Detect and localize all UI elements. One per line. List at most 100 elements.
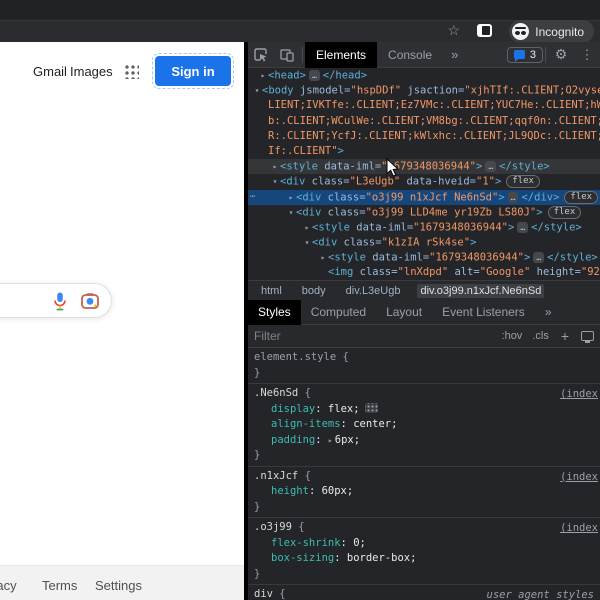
breadcrumb-item[interactable]: div.L3eUgb xyxy=(343,284,404,298)
styles-tab-styles[interactable]: Styles xyxy=(248,299,301,325)
css-property-name[interactable]: flex-shrink xyxy=(271,537,341,549)
gmail-link[interactable]: Gmail xyxy=(33,64,67,79)
bookmark-star-icon[interactable]: ☆ xyxy=(447,23,460,37)
settings-gear-icon[interactable]: ⚙ xyxy=(548,42,574,68)
stylesheet-source-link[interactable]: (index xyxy=(560,387,598,403)
privacy-link[interactable]: Privacy xyxy=(0,578,17,593)
css-declaration[interactable]: height: 60px; xyxy=(254,484,594,500)
breadcrumb-item[interactable]: html xyxy=(258,284,285,298)
css-declaration[interactable]: display: flex; xyxy=(254,402,594,418)
flex-badge[interactable]: flex xyxy=(506,175,540,189)
expand-arrow-icon[interactable]: ▸ xyxy=(258,68,268,83)
flex-badge[interactable]: flex xyxy=(547,205,582,219)
expand-arrow-icon[interactable]: ▾ xyxy=(270,174,280,189)
flex-editor-icon[interactable] xyxy=(364,402,378,413)
breadcrumb-item[interactable]: body xyxy=(299,284,329,298)
dom-tree-row[interactable]: b:.CLIENT;WCulWe:.CLIENT;VM8bg:.CLIENT;q… xyxy=(248,114,600,129)
css-property-value[interactable]: center xyxy=(353,418,391,430)
breadcrumb-item[interactable]: div.o3j99.n1xJcf.Ne6nSd xyxy=(417,283,545,298)
dom-token: data-hveid= xyxy=(400,175,476,188)
incognito-icon xyxy=(512,23,530,40)
apps-grid-icon[interactable] xyxy=(123,63,139,79)
css-declaration[interactable]: box-sizing: border-box; xyxy=(254,551,594,567)
css-declaration[interactable]: padding: ▸ 6px; xyxy=(254,433,594,449)
dom-tree-row[interactable]: ▾ <div class="L3eUgb" data-hveid="1"> flex xyxy=(248,174,600,189)
collapsed-content-icon[interactable]: … xyxy=(485,161,497,173)
css-property-name[interactable]: height xyxy=(271,485,309,497)
dom-tree-row[interactable]: ▸ <style data-iml="1679348036944">… </styl… xyxy=(248,159,600,175)
collapsed-content-icon[interactable]: … xyxy=(308,70,320,82)
camera-lens-icon[interactable] xyxy=(81,293,99,309)
dom-token: If:.CLIENT" xyxy=(268,144,338,157)
toggle-classes-button[interactable]: .cls xyxy=(532,330,549,342)
microphone-icon[interactable] xyxy=(53,292,67,311)
stylesheet-source-link[interactable]: (index xyxy=(560,521,598,537)
styles-tab-layout[interactable]: Layout xyxy=(376,300,432,325)
rule-selector[interactable]: .n1xJcf xyxy=(254,470,298,482)
expand-arrow-icon[interactable]: ▸ xyxy=(302,220,312,235)
dom-tree-row[interactable]: ▾ <div class="k1zIA rSk4se"> xyxy=(248,235,600,250)
terms-link[interactable]: Terms xyxy=(42,578,77,593)
css-property-name[interactable]: display xyxy=(271,403,315,415)
dom-tree-row[interactable]: ▾ <div class="o3j99 LLD4me yr19Zb LS80J">… xyxy=(248,205,600,220)
collapsed-content-icon[interactable]: … xyxy=(507,191,519,203)
styles-tab-event-listeners[interactable]: Event Listeners xyxy=(432,300,535,325)
expand-arrow-icon[interactable]: ▾ xyxy=(302,235,312,250)
side-panel-icon[interactable] xyxy=(477,24,492,37)
open-brace: { xyxy=(291,521,305,533)
rule-selector[interactable]: .Ne6nSd xyxy=(254,387,298,399)
dom-tree-row[interactable]: ▸ <style data-iml="1679348036944">… </styl… xyxy=(248,220,600,235)
expand-shorthand-icon[interactable]: ▸ xyxy=(328,436,333,445)
css-property-name[interactable]: padding xyxy=(271,434,315,446)
css-property-name[interactable]: box-sizing xyxy=(271,552,334,564)
css-property-name[interactable]: align-items xyxy=(271,418,341,430)
styles-tab-computed[interactable]: Computed xyxy=(301,300,376,325)
rule-selector[interactable]: element.style xyxy=(254,351,336,363)
expand-arrow-icon[interactable]: ▸ xyxy=(286,190,296,205)
dom-token: <div xyxy=(296,191,322,204)
expand-arrow-icon[interactable]: ▾ xyxy=(252,83,262,98)
styles-tab--[interactable]: » xyxy=(535,300,562,325)
rule-selector[interactable]: div xyxy=(254,588,273,600)
sign-in-button[interactable]: Sign in xyxy=(152,53,234,89)
new-style-rule-button[interactable]: + xyxy=(561,328,569,344)
css-property-value[interactable]: 6px xyxy=(335,434,354,446)
collapsed-content-icon[interactable]: … xyxy=(533,252,545,264)
dom-tree-row[interactable]: ▸ <head>… </head> xyxy=(248,68,600,83)
dom-tree-row[interactable]: <img class="lnXdpd" alt="Google" height=… xyxy=(248,265,600,280)
css-property-value[interactable]: flex xyxy=(328,403,353,415)
dom-tree-row[interactable]: R:.CLIENT;YcfJ:.CLIENT;kWlxhc:.CLIENT;JL… xyxy=(248,129,600,144)
tab-console[interactable]: Console xyxy=(377,42,443,68)
dom-token: <img xyxy=(328,266,354,279)
css-declaration[interactable]: align-items: center; xyxy=(254,417,594,433)
node-more-actions-icon[interactable]: ⋯ xyxy=(250,190,255,205)
tab-elements[interactable]: Elements xyxy=(305,42,378,68)
css-property-value[interactable]: 60px xyxy=(322,485,347,497)
expand-arrow-icon[interactable]: ▾ xyxy=(286,205,296,220)
dom-token: "o3j99 LLD4me yr19Zb LS80J" xyxy=(365,206,537,219)
inspect-element-icon[interactable] xyxy=(248,42,274,68)
dom-tree-row[interactable]: ⋯ ▸ <div class="o3j99 n1xJcf Ne6nSd">… </di… xyxy=(248,189,600,205)
rule-selector[interactable]: .o3j99 xyxy=(254,521,292,533)
dom-tree-row[interactable]: ▸ <style data-iml="1679348036944">… </styl… xyxy=(248,250,600,265)
stylesheet-source-link[interactable]: (index xyxy=(560,470,598,486)
rendering-emulation-icon[interactable] xyxy=(581,331,594,343)
kebab-menu-icon[interactable]: ⋮ xyxy=(574,42,600,68)
dom-tree-row[interactable]: LIENT;IVKTfe:.CLIENT;Ez7VMc:.CLIENT;YUC7… xyxy=(248,98,600,113)
flex-badge[interactable]: flex xyxy=(564,190,599,204)
toggle-hover-state-button[interactable]: :hov xyxy=(502,330,523,342)
styles-filter-input[interactable] xyxy=(254,329,492,343)
device-toolbar-icon[interactable] xyxy=(274,42,300,68)
css-property-value[interactable]: border-box xyxy=(347,552,410,564)
expand-arrow-icon[interactable]: ▸ xyxy=(318,250,328,265)
collapsed-content-icon[interactable]: … xyxy=(517,221,529,233)
css-declaration[interactable]: flex-shrink: 0; xyxy=(254,536,594,552)
issues-badge[interactable]: 3 xyxy=(506,46,543,63)
images-link[interactable]: Images xyxy=(70,64,113,79)
dom-tree-row[interactable]: If:.CLIENT"> xyxy=(248,144,600,159)
more-tabs-icon[interactable]: » xyxy=(443,47,466,62)
dom-tree-row[interactable]: ▾ <body jsmodel="hspDDf" jsaction="xjhTIf… xyxy=(248,83,600,98)
expand-arrow-icon[interactable]: ▸ xyxy=(270,159,280,174)
search-input[interactable] xyxy=(0,283,112,318)
settings-link[interactable]: Settings xyxy=(95,578,142,593)
